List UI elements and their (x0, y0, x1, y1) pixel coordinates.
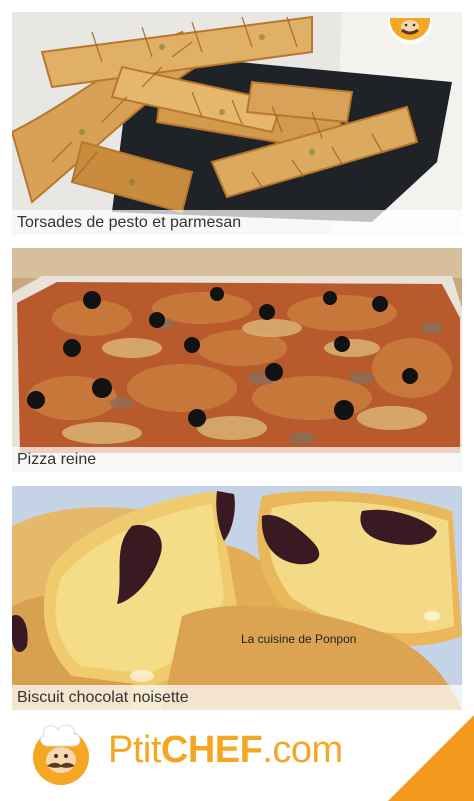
recipe-card-torsades[interactable]: Torsades de pesto et parmesan (12, 12, 462, 235)
recipe-photo-pizza-reine (12, 248, 462, 472)
recipe-title[interactable]: Torsades de pesto et parmesan (12, 210, 462, 235)
recipe-photo-biscuit (12, 486, 462, 710)
recipe-photo-torsades (12, 12, 462, 235)
brand-chef: CHEF (160, 729, 263, 771)
photo-watermark: La cuisine de Ponpon (241, 632, 357, 646)
brand-com: .com (262, 729, 343, 771)
brand-ptit: Ptit (108, 729, 161, 771)
corner-accent (388, 715, 474, 801)
recipe-title[interactable]: Biscuit chocolat noisette (12, 685, 462, 710)
recipe-card-biscuit-chocolat-noisette[interactable]: La cuisine de Ponpon Biscuit chocolat no… (12, 486, 462, 710)
ptitchef-logo[interactable]: PtitCHEF.com (108, 728, 343, 772)
chef-mascot-icon (33, 724, 89, 785)
recipe-card-pizza-reine[interactable]: Pizza reine (12, 248, 462, 472)
recipe-title[interactable]: Pizza reine (12, 447, 462, 472)
footer-banner[interactable]: PtitCHEF.com (0, 712, 474, 801)
